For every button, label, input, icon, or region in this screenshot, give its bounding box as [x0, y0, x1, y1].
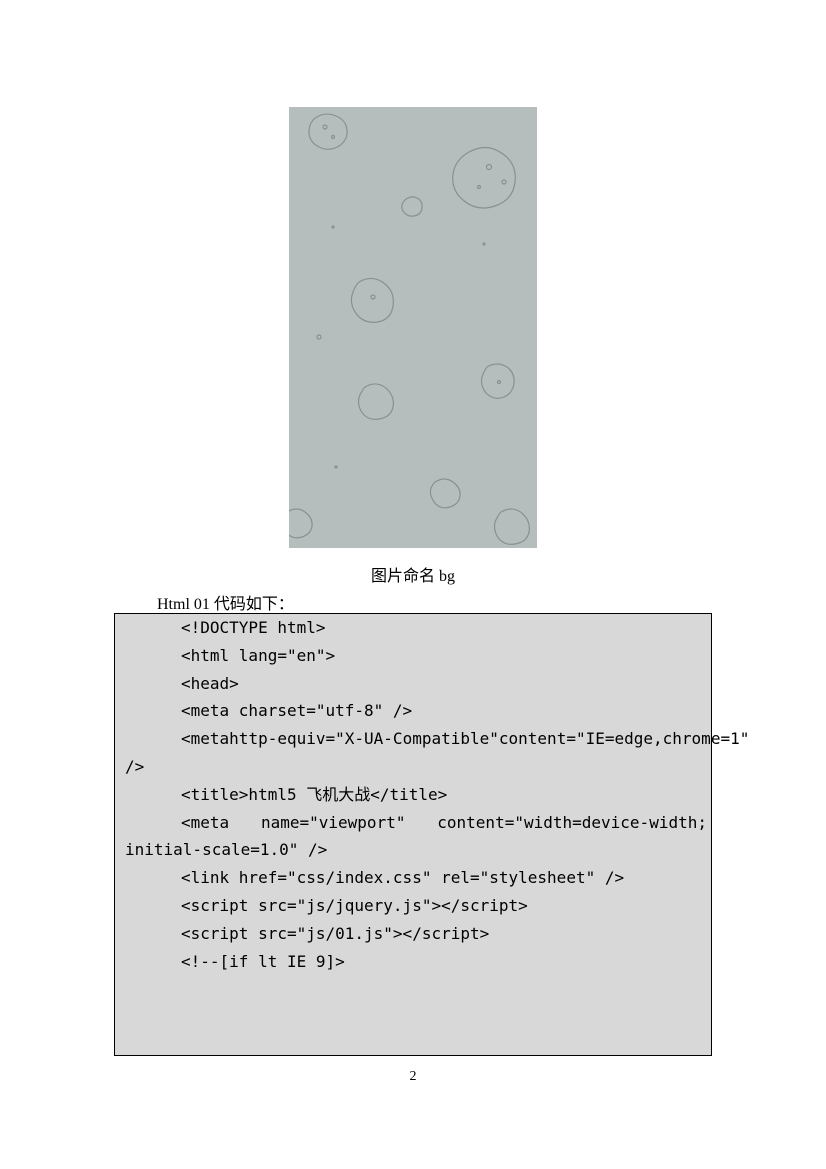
code-text: <title>html5 飞机大战</title>: [181, 785, 447, 804]
code-text: <link href="css/index.css" rel="styleshe…: [181, 868, 624, 887]
code-line: <html lang="en">: [115, 642, 711, 670]
code-text: content="width=device-width;: [437, 809, 707, 837]
page-number: 2: [0, 1069, 826, 1085]
code-block: <!DOCTYPE html> <html lang="en"> <head> …: [114, 613, 712, 1056]
code-text: <!--[if lt IE 9]>: [181, 952, 345, 971]
code-line: <!DOCTYPE html>: [115, 614, 711, 642]
code-text: <meta: [125, 725, 229, 753]
code-text: <meta charset="utf-8" />: [181, 701, 412, 720]
code-line: <script src="js/01.js"></script>: [115, 920, 711, 948]
code-line: <title>html5 飞机大战</title>: [115, 781, 711, 809]
code-text: <script src="js/jquery.js"></script>: [181, 896, 528, 915]
code-text: http-equiv="X-UA-Compatible": [229, 725, 499, 753]
code-line: initial-scale=1.0" />: [115, 836, 711, 864]
document-page: 图片命名 bg Html 01 代码如下： <!DOCTYPE html> <h…: [0, 0, 826, 1169]
code-line: <meta http-equiv="X-UA-Compatible" conte…: [115, 725, 711, 753]
code-line: <meta name="viewport" content="width=dev…: [115, 809, 711, 837]
code-line: <!--[if lt IE 9]>: [115, 948, 711, 976]
code-text: <head>: [181, 674, 239, 693]
code-line: />: [115, 753, 711, 781]
code-intro-text: Html 01 代码如下：: [157, 590, 294, 614]
code-text: <script src="js/01.js"></script>: [181, 924, 489, 943]
code-text: <html lang="en">: [181, 646, 335, 665]
code-line: <meta charset="utf-8" />: [115, 697, 711, 725]
code-line: <script src="js/jquery.js"></script>: [115, 892, 711, 920]
code-line: <link href="css/index.css" rel="styleshe…: [115, 864, 711, 892]
image-caption: 图片命名 bg: [0, 562, 826, 586]
code-text: content="IE=edge,chrome=1": [499, 725, 749, 753]
code-line: <head>: [115, 670, 711, 698]
code-text: name="viewport": [261, 809, 406, 837]
code-text: <meta: [125, 809, 229, 837]
bg-texture-svg: [289, 107, 537, 548]
bg-image: [289, 107, 537, 548]
code-text: <!DOCTYPE html>: [181, 618, 326, 637]
